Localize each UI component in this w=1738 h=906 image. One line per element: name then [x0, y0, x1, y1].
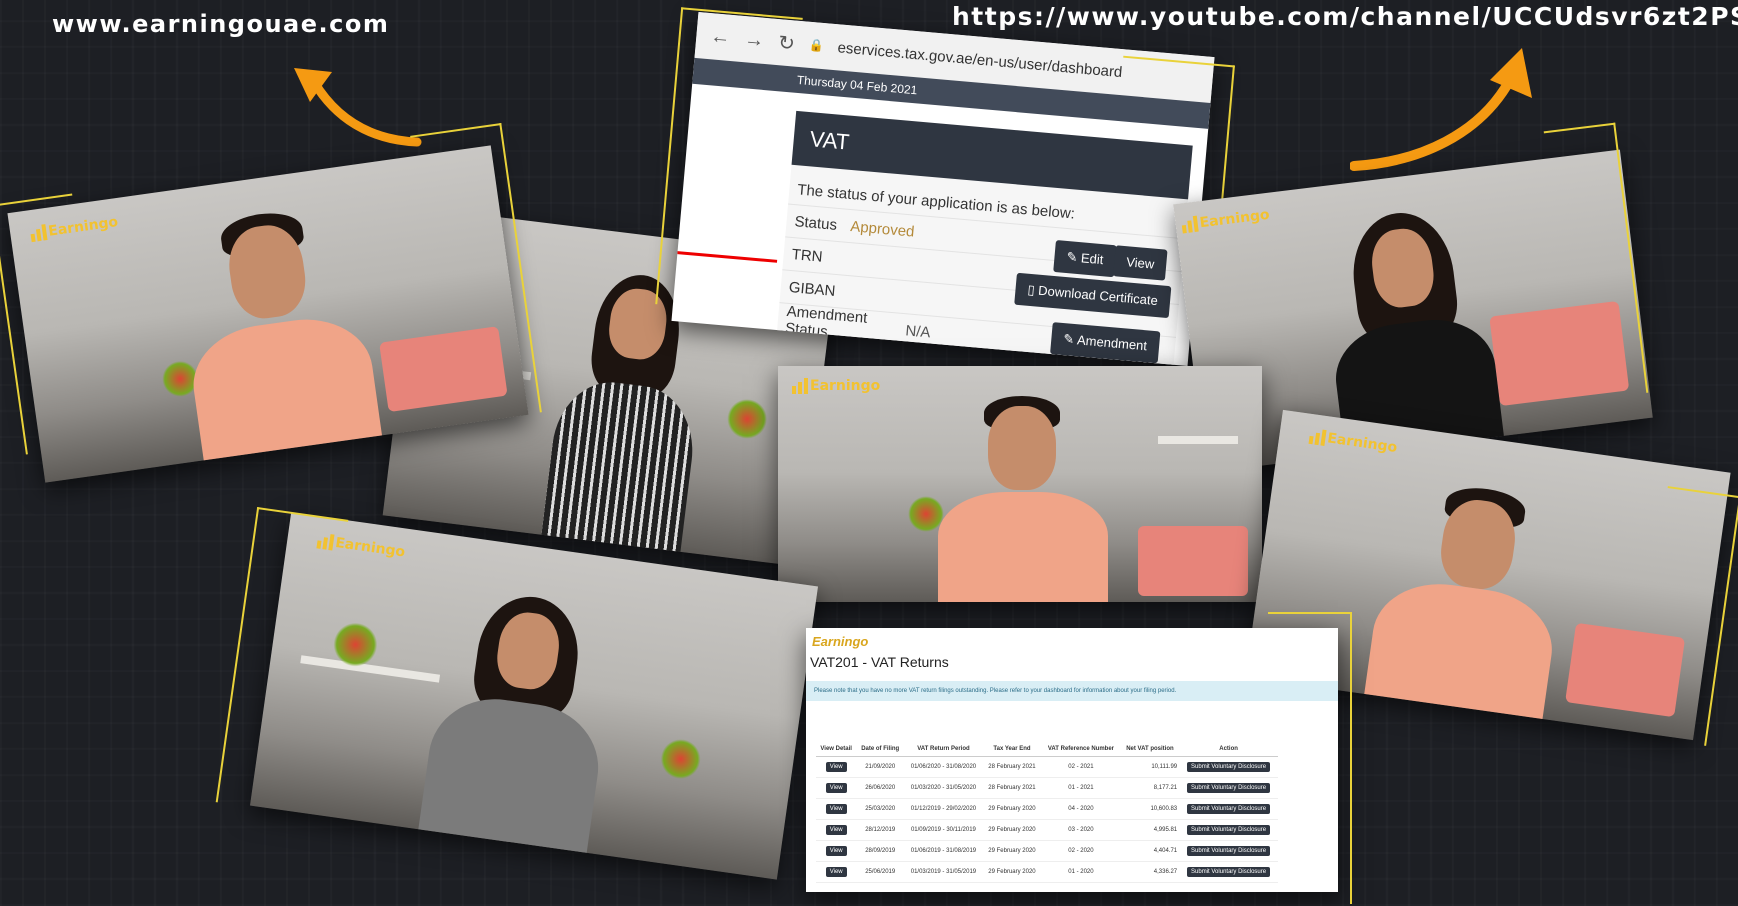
- view-button[interactable]: View: [825, 825, 847, 835]
- youtube-channel-url[interactable]: https://www.youtube.com/channel/UCCUdsvr…: [952, 2, 1738, 31]
- frame-corner-bracket: [1268, 612, 1352, 904]
- table-row: View 25/06/2019 01/03/2019 - 31/05/2019 29…: [816, 861, 1278, 883]
- video-thumbnail-man-center: Earningo: [778, 366, 1262, 602]
- arrow-up-left-icon: [294, 68, 422, 147]
- submit-voluntary-disclosure-button[interactable]: Submit Voluntary Disclosure: [1187, 825, 1271, 835]
- table-row: View 25/03/2020 01/12/2019 - 29/02/2020 29…: [816, 798, 1278, 820]
- table-row: View 28/09/2019 01/06/2019 - 31/08/2019 29…: [816, 840, 1278, 862]
- submit-voluntary-disclosure-button[interactable]: Submit Voluntary Disclosure: [1187, 846, 1271, 856]
- pencil-icon: ✎: [1065, 249, 1082, 266]
- website-url[interactable]: www.earningouae.com: [52, 10, 389, 38]
- view-button[interactable]: View: [825, 804, 847, 814]
- frame-corner-bracket: [655, 7, 803, 315]
- lock-icon: 🔒: [808, 37, 825, 54]
- arrow-up-right-icon: [1350, 48, 1532, 171]
- submit-voluntary-disclosure-button[interactable]: Submit Voluntary Disclosure: [1187, 762, 1271, 772]
- earningo-logo: Earningo: [1308, 428, 1398, 456]
- view-button[interactable]: View: [825, 867, 847, 877]
- vat-returns-screenshot: Earningo VAT201 - VAT Returns Please not…: [806, 628, 1338, 892]
- submit-voluntary-disclosure-button[interactable]: Submit Voluntary Disclosure: [1187, 783, 1271, 793]
- earningo-logo: Earningo: [1181, 207, 1270, 234]
- table-row: View 28/12/2019 01/09/2019 - 30/11/2019 29…: [816, 819, 1278, 841]
- returns-page-title: VAT201 - VAT Returns: [810, 654, 949, 670]
- view-button[interactable]: View: [825, 846, 847, 856]
- table-row: View 26/06/2020 01/03/2020 - 31/05/2020 28…: [816, 777, 1278, 799]
- returns-info-banner: Please note that you have no more VAT re…: [806, 681, 1338, 701]
- pencil-icon: ✎: [1062, 331, 1078, 348]
- table-header-row: View Detail Date of Filing VAT Return Peri…: [816, 742, 1278, 757]
- submit-voluntary-disclosure-button[interactable]: Submit Voluntary Disclosure: [1187, 804, 1271, 814]
- view-button[interactable]: View: [825, 762, 847, 772]
- submit-voluntary-disclosure-button[interactable]: Submit Voluntary Disclosure: [1187, 867, 1271, 877]
- view-button[interactable]: View: [825, 783, 847, 793]
- vat-returns-table: View Detail Date of Filing VAT Return Peri…: [816, 742, 1278, 883]
- table-row: View 21/09/2020 01/06/2020 - 31/08/2020 28…: [816, 756, 1278, 778]
- earningo-logo: Earningo: [812, 634, 869, 649]
- earningo-logo: Earningo: [792, 378, 880, 394]
